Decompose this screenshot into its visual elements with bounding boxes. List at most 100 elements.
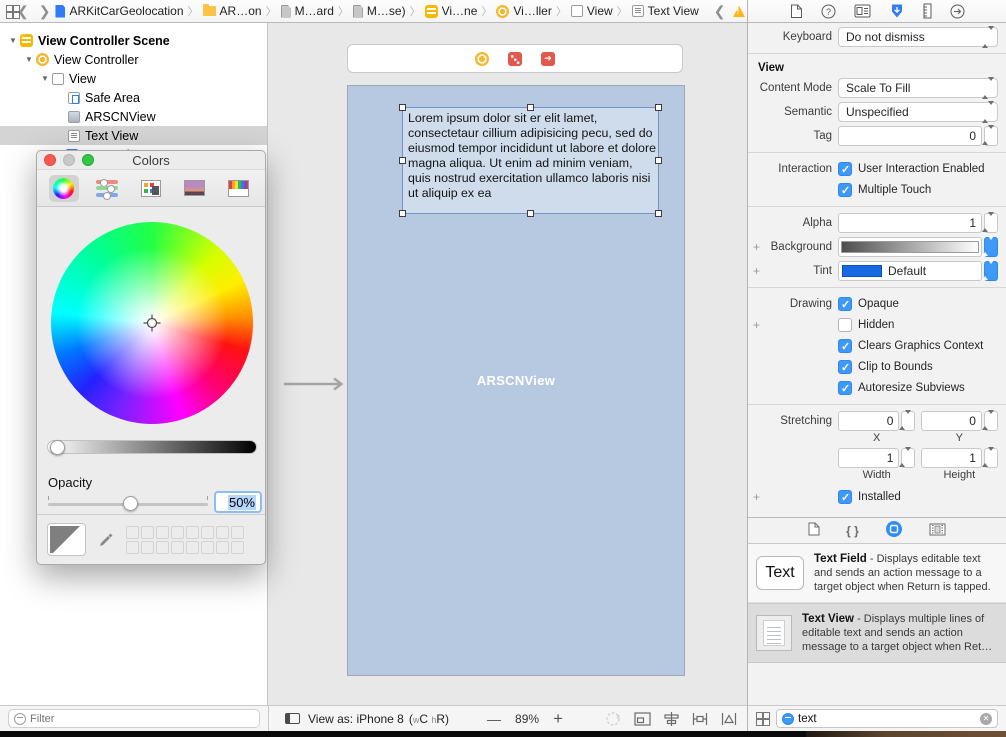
zoom-in-button[interactable]: + [539,709,577,729]
filter-field[interactable] [8,709,260,728]
breadcrumb-view-controller[interactable]: Vi…ller [496,4,551,18]
color-wheel[interactable] [51,222,253,424]
exit-dock-icon[interactable]: ➔ [541,52,555,66]
resize-handle-s[interactable] [527,210,534,217]
prev-issue-button[interactable]: ❮ [709,3,731,20]
connections-inspector-icon[interactable] [950,4,965,19]
disclosure-triangle[interactable]: ▼ [38,74,52,83]
filter-input[interactable] [30,713,254,725]
clip-to-bounds-checkbox[interactable] [838,360,852,374]
size-inspector-icon[interactable] [923,3,932,19]
resize-handle-sw[interactable] [399,210,406,217]
alpha-stepper[interactable] [984,213,998,233]
forward-button[interactable]: ❯ [34,3,56,20]
opacity-value-field[interactable]: 50% [214,491,262,513]
stretching-height-stepper[interactable] [984,448,998,468]
stretching-x-field[interactable]: 0 [838,411,899,431]
outline-row-view-controller[interactable]: ▼ View Controller [0,50,267,69]
hidden-checkbox[interactable] [838,318,852,332]
add-variation-button[interactable]: + [753,318,763,332]
tag-field[interactable]: 0 [838,126,982,146]
breadcrumb-view[interactable]: View [571,4,613,18]
add-variation-button[interactable]: + [753,490,763,504]
disclosure-triangle[interactable]: ▼ [6,36,20,45]
tag-stepper[interactable] [984,126,998,146]
identity-inspector-icon[interactable] [854,4,871,18]
brightness-slider[interactable] [47,440,257,454]
view-as-button[interactable]: View as: iPhone 8 [308,712,404,726]
storyboard-canvas[interactable]: ➔ Lorem ipsum dolor sit er elit lamet, c… [268,23,747,705]
breadcrumb-project[interactable]: ARKitCarGeolocation [55,4,183,18]
image-palettes-tab[interactable] [180,175,210,202]
stretching-y-stepper[interactable] [984,411,998,431]
outline-row-arscnview[interactable]: ARSCNView [0,107,267,126]
first-responder-dock-icon[interactable] [508,52,522,66]
selected-text-view[interactable]: Lorem ipsum dolor sit er elit lamet, con… [402,107,659,214]
color-palettes-tab[interactable] [136,175,166,202]
opacity-slider[interactable] [48,503,208,506]
outline-row-text-view[interactable]: Text View [0,126,267,145]
background-popup-stepper[interactable] [984,237,998,257]
tint-popup-stepper[interactable] [984,261,998,281]
tint-color-well[interactable]: Default [838,261,982,281]
brightness-slider-knob[interactable] [50,440,65,455]
back-button[interactable]: ❮ [12,3,34,20]
current-color-well[interactable] [47,523,86,556]
colors-panel[interactable]: Colors Opacity 50% [36,150,266,565]
resize-handle-n[interactable] [527,104,534,111]
stretching-width-stepper[interactable] [901,448,915,468]
background-color-well[interactable] [838,237,982,257]
stretching-height-field[interactable]: 1 [921,448,982,468]
pencils-tab[interactable] [223,175,253,202]
view-controller-dock-icon[interactable] [475,52,489,66]
objects-library-icon[interactable] [885,520,903,541]
view-controller-view[interactable]: Lorem ipsum dolor sit er elit lamet, con… [347,85,685,676]
align-icon[interactable] [664,712,679,726]
keyboard-popup[interactable]: Do not dismiss [838,27,998,47]
color-sliders-tab[interactable] [93,175,123,202]
color-wheel-tab[interactable] [49,175,79,202]
clears-graphics-checkbox[interactable] [838,339,852,353]
breadcrumb-storyboard[interactable]: M…ard [281,4,334,18]
autoresize-checkbox[interactable] [838,381,852,395]
zoom-out-button[interactable]: — [473,711,515,727]
resize-handle-nw[interactable] [399,104,406,111]
colors-panel-titlebar[interactable]: Colors [37,151,265,170]
code-snippets-library-icon[interactable]: { } [846,524,859,538]
media-library-icon[interactable] [929,523,946,539]
quick-help-inspector-icon[interactable]: ? [821,4,836,19]
outline-row-view[interactable]: ▼ View [0,69,267,88]
disclosure-triangle[interactable]: ▼ [22,55,36,64]
library-grid-icon[interactable] [756,712,769,725]
pin-constraints-icon[interactable] [692,712,708,726]
multiple-touch-checkbox[interactable] [838,183,852,197]
add-variation-button[interactable]: + [753,240,763,254]
library-item-text-view[interactable]: Text View - Displays multiple lines of e… [748,603,1006,663]
file-inspector-icon[interactable] [790,4,803,19]
resize-handle-ne[interactable] [655,104,662,111]
user-interaction-checkbox[interactable] [838,162,852,176]
alpha-field[interactable]: 1 [838,213,982,233]
embed-in-stack-icon[interactable] [634,712,651,726]
semantic-popup[interactable]: Unspecified [838,102,998,122]
opaque-checkbox[interactable] [838,297,852,311]
resize-handle-se[interactable] [655,210,662,217]
zoom-level[interactable]: 89% [515,712,539,726]
breadcrumb-scene[interactable]: Vi…ne [425,4,478,18]
resize-handle-e[interactable] [655,157,662,164]
stretching-y-field[interactable]: 0 [921,411,982,431]
attributes-inspector-icon[interactable] [889,3,905,19]
breadcrumb-storyboard-base[interactable]: M…se) [353,4,406,18]
breadcrumb-text-view[interactable]: Text View [632,4,699,18]
add-variation-button[interactable]: + [753,264,763,278]
update-frames-icon[interactable] [605,711,621,727]
stretching-width-field[interactable]: 1 [838,448,899,468]
breadcrumb-folder[interactable]: AR…on [203,4,262,18]
outline-row-scene[interactable]: ▼ View Controller Scene [0,31,267,50]
opacity-slider-knob[interactable] [123,496,138,511]
installed-checkbox[interactable] [838,490,852,504]
library-search-field[interactable]: ✕ [776,709,998,728]
color-wheel-crosshair[interactable] [143,314,161,332]
content-mode-popup[interactable]: Scale To Fill [838,78,998,98]
library-search-input[interactable] [798,713,976,725]
